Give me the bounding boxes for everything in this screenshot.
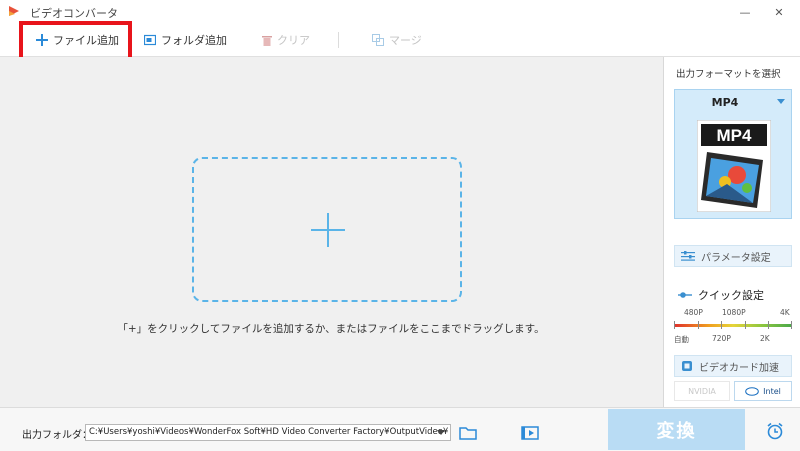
merge-button[interactable]: マージ (372, 24, 422, 56)
toolbar: ファイル追加 フォルダ追加 クリア マージ (0, 24, 800, 57)
output-path-dropdown-icon[interactable] (437, 430, 445, 435)
mp4-icon-text: MP4 (717, 126, 753, 145)
quality-label: 4K (780, 308, 790, 317)
gpu-chip-icon (682, 361, 692, 371)
trash-icon (262, 36, 272, 46)
add-folder-label: フォルダ追加 (161, 34, 227, 47)
merge-icon (372, 34, 384, 46)
add-folder-button[interactable]: フォルダ追加 (144, 24, 227, 56)
open-folder-icon[interactable] (459, 424, 477, 442)
alarm-clock-icon[interactable] (765, 421, 785, 441)
quick-settings-label: クイック設定 (698, 289, 764, 302)
quality-label: 自動 (674, 335, 689, 344)
quality-slider[interactable] (674, 324, 792, 327)
quick-settings-title: クイック設定 (678, 287, 764, 303)
gpu-acceleration-label: ビデオカード加速 (699, 362, 779, 374)
output-settings-panel: 出力フォーマットを選択 MP4 MP4 パラメータ設定 クイック設定 480P … (663, 57, 800, 407)
quality-label: 1080P (722, 308, 746, 317)
sliders-icon (681, 251, 695, 261)
format-name: MP4 (711, 96, 739, 109)
add-plus-icon-vertical (327, 213, 329, 247)
parameter-settings-label: パラメータ設定 (701, 252, 771, 264)
quality-tick (768, 321, 769, 329)
app-logo-icon (9, 6, 19, 16)
mp4-format-icon: MP4 (697, 120, 771, 212)
dropdown-arrow-icon (777, 99, 785, 104)
clear-label: クリア (277, 34, 310, 47)
nvidia-option[interactable]: NVIDIA (674, 381, 730, 401)
output-folder-label: 出力フォルダ： (22, 430, 92, 441)
file-list-area: 「+」をクリックしてファイルを追加するか、またはファイルをここまでドラッグします… (0, 57, 662, 407)
parameter-settings-button[interactable]: パラメータ設定 (674, 245, 792, 267)
quick-slider-icon (678, 292, 692, 298)
folder-add-icon (144, 34, 156, 46)
intel-label: Intel (763, 386, 781, 396)
title-bar: ビデオコンバータ — ✕ (0, 0, 800, 24)
format-selector[interactable]: MP4 MP4 (674, 89, 792, 219)
merge-label: マージ (389, 34, 422, 47)
toolbar-divider (338, 32, 339, 48)
nvidia-label: NVIDIA (688, 386, 716, 396)
quality-tick (674, 321, 675, 329)
add-file-button[interactable]: ファイル追加 (36, 24, 119, 56)
quality-tick (698, 321, 699, 329)
video-clip-icon[interactable] (520, 424, 540, 442)
minimize-icon: — (739, 5, 751, 19)
window-title: ビデオコンバータ (30, 7, 118, 20)
output-format-label: 出力フォーマットを選択 (676, 69, 781, 80)
quality-label: 720P (712, 334, 731, 343)
quality-tick (721, 321, 722, 329)
drop-hint-text: 「+」をクリックしてファイルを追加するか、またはファイルをここまでドラッグします… (117, 323, 545, 335)
quality-label: 480P (684, 308, 703, 317)
intel-logo-icon (745, 386, 759, 396)
quality-label: 2K (760, 334, 770, 343)
minimize-button[interactable]: — (734, 2, 756, 22)
intel-option[interactable]: Intel (734, 381, 792, 401)
quality-tick (745, 321, 746, 329)
close-icon: ✕ (774, 5, 784, 19)
add-file-label: ファイル追加 (53, 34, 119, 47)
close-button[interactable]: ✕ (768, 2, 790, 22)
plus-icon (36, 34, 48, 46)
output-folder-path-field[interactable]: C:¥Users¥yoshi¥Videos¥WonderFox Soft¥HD … (85, 424, 451, 441)
drop-zone[interactable] (192, 157, 462, 302)
convert-label: 変換 (656, 420, 697, 442)
gpu-acceleration-toggle[interactable]: ビデオカード加速 (674, 355, 792, 377)
quality-tick (791, 321, 792, 329)
clear-button[interactable]: クリア (262, 24, 310, 56)
convert-button[interactable]: 変換 (608, 409, 745, 450)
